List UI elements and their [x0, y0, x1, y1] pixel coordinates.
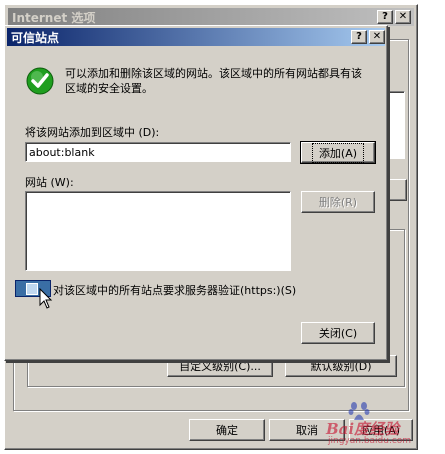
close-button-label: 关闭(C)	[318, 327, 358, 340]
dialog-titlebar: 可信站点	[7, 28, 385, 46]
ok-label: 确定	[216, 424, 238, 437]
parent-titlebar: Internet 选项	[8, 8, 414, 26]
dialog-close-button[interactable]: ✕	[369, 30, 385, 44]
parent-close-button[interactable]: ✕	[395, 10, 411, 24]
check-icon	[25, 66, 55, 96]
sites-label: 网站 (W):	[25, 176, 74, 189]
add-button[interactable]: 添加(A)	[300, 141, 376, 164]
parent-ok-button[interactable]: 确定	[189, 419, 265, 441]
parent-help-button[interactable]: ?	[377, 10, 393, 24]
checkbox-box	[26, 283, 38, 295]
add-site-input[interactable]	[25, 142, 291, 162]
remove-button[interactable]: 删除(R)	[301, 191, 375, 213]
https-checkbox-label: 对该区域中的所有站点要求服务器验证(https:)(S)	[53, 284, 297, 297]
dialog-help-button[interactable]: ?	[351, 30, 367, 44]
dialog-title: 可信站点	[11, 30, 60, 45]
dialog-close-text-button[interactable]: 关闭(C)	[301, 322, 375, 344]
remove-button-label: 删除(R)	[318, 196, 358, 209]
watermark: Bai度经验 jingyan.baidu.com	[318, 396, 442, 450]
parent-sites-button[interactable]	[389, 179, 407, 201]
mouse-cursor-icon	[39, 287, 53, 310]
info-text: 可以添加和删除该区域的网站。该区域中的所有网站都具有该区域的安全设置。	[65, 67, 362, 95]
add-site-label: 将该网站添加到区域中 (D):	[25, 126, 160, 139]
sites-list[interactable]	[25, 191, 291, 271]
parent-title: Internet 选项	[12, 10, 96, 25]
add-button-label: 添加(A)	[311, 142, 365, 163]
watermark-url: jingyan.baidu.com	[328, 436, 412, 446]
cancel-label: 取消	[296, 424, 318, 437]
trusted-sites-dialog: 可信站点 ? ✕ 可以添加和删除该区域的网站。该区域中的所有网站都具有该区域的安…	[4, 25, 388, 361]
